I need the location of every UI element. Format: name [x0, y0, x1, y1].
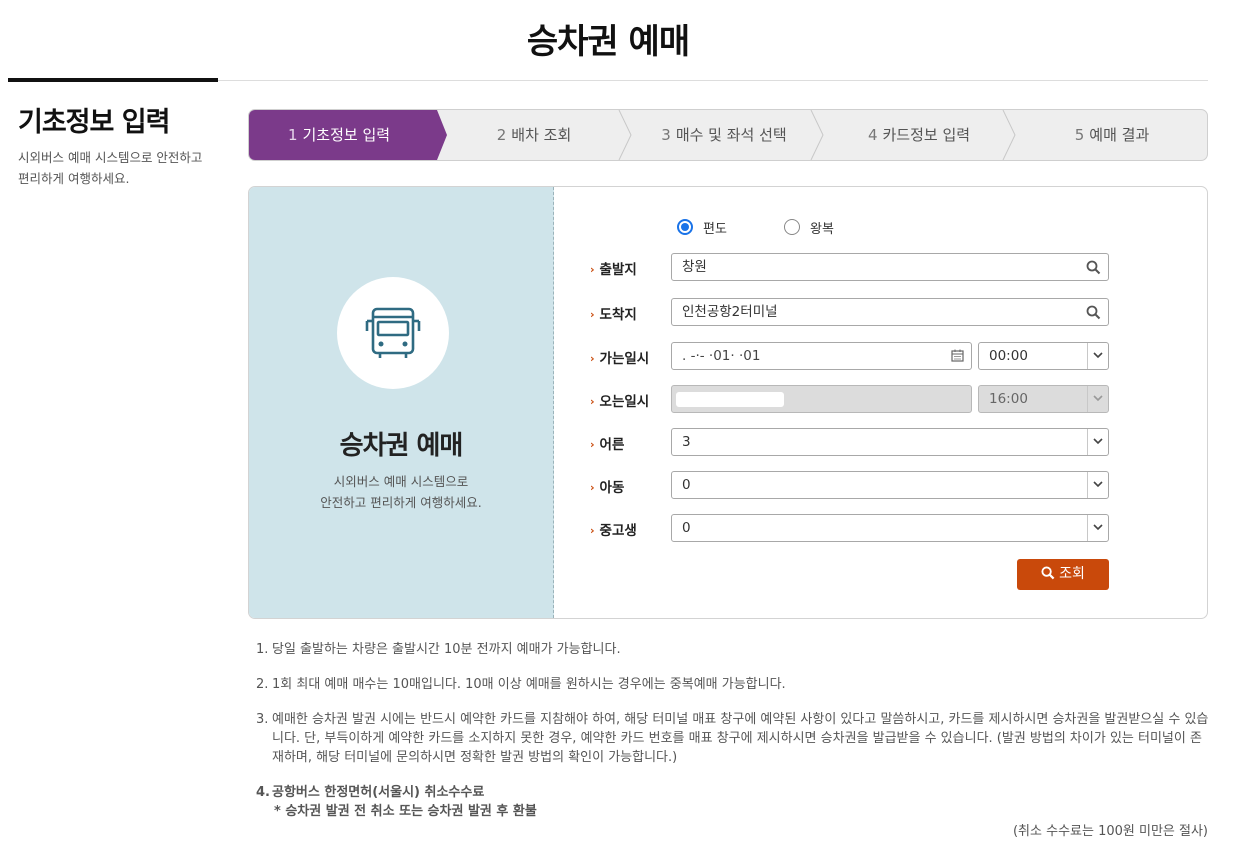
- departure-label: › 출발지: [590, 262, 637, 278]
- return-date-label: › 오는일시: [590, 394, 650, 410]
- bus-icon-circle: [337, 277, 449, 389]
- student-label: › 중고생: [590, 523, 637, 539]
- booking-panel: 승차권 예매 시외버스 예매 시스템으로 안전하고 편리하게 여행하세요. 편도…: [248, 186, 1208, 619]
- student-count-select[interactable]: 0: [671, 514, 1109, 542]
- search-icon[interactable]: [1086, 260, 1101, 275]
- return-date-input: [671, 385, 972, 413]
- fee-note: (취소 수수료는 100원 미만은 절사): [1012, 824, 1208, 839]
- divider: [218, 80, 1208, 81]
- notice-item: 4. 공항버스 한정면허(서울시) 취소수수료 * 승차권 발권 전 취소 또는 승…: [256, 785, 537, 819]
- section-description: 시외버스 예매 시스템으로 안전하고 편리하게 여행하세요.: [18, 150, 203, 186]
- step-progress: 1 기초정보 입력 2 배차 조회 3 매수 및 좌석 선택 4 카드정보 입력 5 예매…: [248, 109, 1208, 161]
- depart-date-label: › 가는일시: [590, 351, 650, 367]
- arrow-icon: ›: [590, 395, 595, 408]
- step-5: 5 예매 결과: [1074, 126, 1150, 144]
- chevron-down-icon[interactable]: [1087, 515, 1108, 541]
- step-4: 4 카드정보 입력: [867, 126, 971, 144]
- search-icon: [1041, 566, 1055, 580]
- arrow-icon: ›: [590, 263, 595, 276]
- search-icon[interactable]: [1086, 305, 1101, 320]
- arrow-icon: ›: [590, 524, 595, 537]
- arrow-icon: ›: [590, 438, 595, 451]
- chevron-down-icon[interactable]: [1087, 472, 1108, 498]
- notice-item: 3. 예매한 승차권 발권 시에는 반드시 예약한 카드를 지참해야 하여, 해당…: [256, 712, 1209, 765]
- search-button[interactable]: 조회: [1017, 559, 1109, 590]
- arrival-input[interactable]: 인천공항2터미널: [671, 298, 1109, 326]
- adult-label: › 어른: [590, 437, 625, 453]
- arrow-icon: ›: [590, 308, 595, 321]
- step-3: 3 매수 및 좌석 선택: [661, 126, 787, 144]
- departure-input[interactable]: 창원: [671, 253, 1109, 281]
- bus-icon: [365, 307, 421, 358]
- panel-intro: 승차권 예매 시외버스 예매 시스템으로 안전하고 편리하게 여행하세요.: [249, 187, 554, 618]
- section-title: 기초정보 입력: [18, 107, 170, 138]
- adult-count-select[interactable]: 3: [671, 428, 1109, 456]
- chevron-down-icon[interactable]: [1087, 429, 1108, 455]
- notice-list: 1. 당일 출발하는 차량은 출발시간 10분 전까지 예매가 가능합니다. 2.…: [256, 640, 1210, 837]
- depart-time-select[interactable]: 00:00: [978, 342, 1109, 370]
- arrival-label: › 도착지: [590, 307, 637, 323]
- redacted-area: [676, 392, 784, 407]
- child-count-select[interactable]: 0: [671, 471, 1109, 499]
- child-label: › 아동: [590, 480, 625, 496]
- calendar-icon[interactable]: [951, 349, 964, 362]
- panel-description: 시외버스 예매 시스템으로 안전하고 편리하게 여행하세요.: [320, 474, 482, 510]
- step-1: 1 기초정보 입력: [249, 110, 429, 160]
- chevron-down-icon: [1087, 386, 1108, 412]
- depart-date-input[interactable]: . -·- ·01· ·01: [671, 342, 972, 370]
- notice-item: 2. 1회 최대 예매 매수는 10매입니다. 10매 이상 예매를 원하시는 경…: [256, 677, 786, 692]
- notice-item: 1. 당일 출발하는 차량은 출발시간 10분 전까지 예매가 가능합니다.: [256, 642, 621, 657]
- arrow-icon: ›: [590, 481, 595, 494]
- chevron-down-icon[interactable]: [1087, 343, 1108, 369]
- arrow-icon: ›: [590, 352, 595, 365]
- return-time-select: 16:00: [978, 385, 1109, 413]
- panel-title: 승차권 예매: [339, 431, 464, 461]
- title-underline: [8, 78, 218, 82]
- page-title: 승차권 예매: [526, 22, 690, 62]
- step-2: 2 배차 조회: [496, 126, 572, 144]
